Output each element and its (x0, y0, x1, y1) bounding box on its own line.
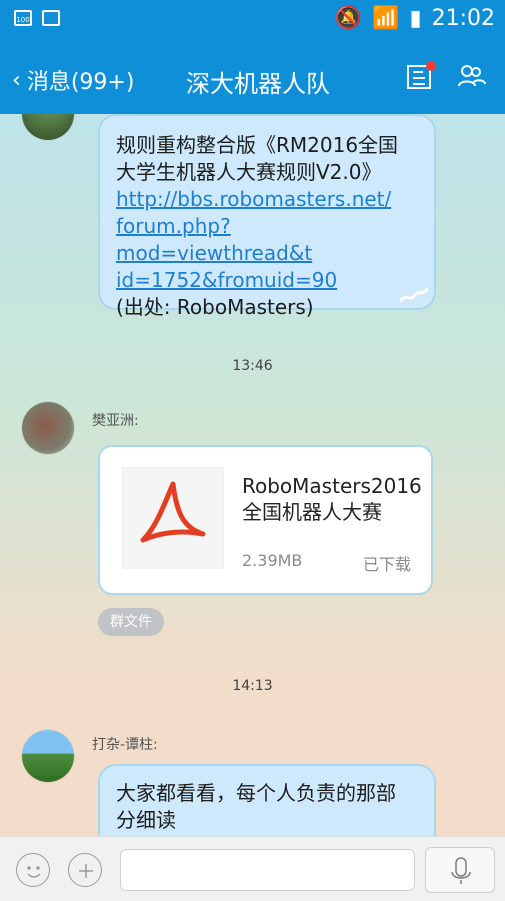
group-members-icon[interactable] (455, 60, 487, 92)
message-line: (出处: RoboMasters) (116, 295, 314, 319)
file-name: RoboMasters2016全国机器人大赛 (242, 474, 422, 524)
sender-name: 打杂-谭柱: (92, 737, 158, 753)
message-line: 分细读 (116, 808, 176, 832)
timestamp: 14:13 (232, 678, 273, 694)
file-download-status: 已下载 (362, 555, 411, 574)
battery-icon: ▮ (409, 6, 422, 31)
avatar[interactable] (22, 114, 74, 140)
wave-icon (400, 287, 428, 303)
message-input[interactable] (120, 849, 415, 891)
plus-icon (79, 864, 93, 878)
mute-icon: 🔕 (334, 6, 363, 31)
pdf-file-icon (122, 467, 224, 569)
voice-button[interactable] (425, 847, 495, 893)
sender-name: 樊亚洲: (92, 413, 139, 429)
announcement-icon[interactable] (404, 60, 436, 92)
message-link[interactable]: http://bbs.robomasters.net/ (116, 186, 418, 213)
back-button[interactable]: ‹ 消息(99+) (12, 64, 134, 96)
emoji-icon (27, 866, 41, 878)
image-icon (42, 10, 60, 26)
message-line: 规则重构整合版《RM2016全国 (116, 133, 399, 157)
message-line: 大学生机器人大赛规则V2.0》 (116, 160, 382, 184)
message-link[interactable]: forum.php?mod=viewthread&t (116, 213, 418, 267)
chat-title: 深大机器人队 (186, 70, 330, 98)
back-label: 消息(99+) (26, 70, 135, 95)
battery-text: 100 (16, 16, 30, 24)
wifi-icon: 📶 (372, 6, 400, 31)
status-bar: 100 🔕 📶 ▮ 21:02 (0, 0, 505, 42)
battery-100-icon: 100 (14, 10, 32, 26)
chat-header: ‹ 消息(99+) 深大机器人队 (0, 42, 505, 114)
message-bubble[interactable]: 规则重构整合版《RM2016全国 大学生机器人大赛规则V2.0》 http://… (98, 114, 436, 319)
message-link[interactable]: id=1752&fromuid=90 (116, 267, 418, 294)
chevron-left-icon: ‹ (12, 67, 21, 93)
timestamp: 13:46 (232, 358, 273, 374)
group-file-tag[interactable]: 群文件 (98, 608, 164, 636)
file-message-card[interactable]: RoboMasters2016全国机器人大赛 2.39MB 已下载 (98, 445, 433, 595)
avatar[interactable] (22, 730, 74, 782)
status-time: 21:02 (431, 6, 495, 31)
microphone-icon (451, 857, 471, 884)
add-button[interactable] (68, 853, 102, 887)
emoji-button[interactable] (16, 853, 50, 887)
input-bar (0, 836, 505, 901)
chat-area[interactable]: 规则重构整合版《RM2016全国 大学生机器人大赛规则V2.0》 http://… (0, 114, 505, 836)
message-line: 大家都看看，每个人负责的那部 (116, 781, 396, 805)
file-size: 2.39MB (242, 551, 303, 570)
avatar[interactable] (22, 402, 74, 454)
message-bubble[interactable]: 大家都看看，每个人负责的那部 分细读 (98, 764, 436, 836)
